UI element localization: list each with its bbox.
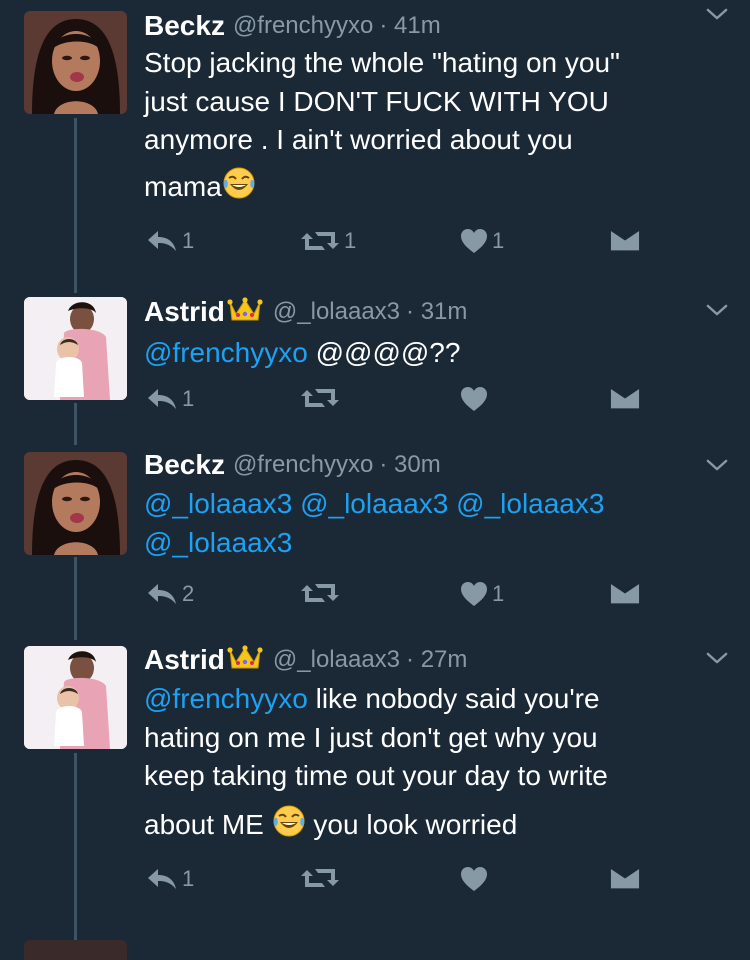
tweet-text-line: keep taking time out your day to write <box>144 760 608 791</box>
retweet-icon <box>300 229 340 253</box>
direct-message-button[interactable] <box>610 386 640 410</box>
like-button[interactable]: 1 <box>460 581 504 607</box>
envelope-icon <box>610 228 640 252</box>
tweet-text-line: mama <box>144 170 222 202</box>
tweet-header: Beckz @frenchyyxo · 41m <box>144 6 441 46</box>
reply-button[interactable]: 1 <box>146 386 194 412</box>
tweet[interactable]: Astrid @_lolaaax3 · 27m @frenchyyxo like… <box>0 640 750 940</box>
tweet-text-line: just cause I DON'T FUCK WITH YOU <box>144 85 609 117</box>
reply-count: 1 <box>182 228 195 253</box>
reply-button[interactable]: 1 <box>146 866 194 892</box>
tweet-text-line: Stop jacking the whole "hating on you" <box>144 47 620 78</box>
display-name[interactable]: Beckz <box>144 10 225 42</box>
display-name[interactable]: Beckz <box>144 449 225 481</box>
reply-count: 1 <box>182 386 195 411</box>
mention-link[interactable]: @frenchyyxo <box>144 337 308 368</box>
tweet-text: @frenchyyxo @@@@?? <box>144 334 724 373</box>
reply-icon <box>146 582 178 606</box>
tweet-text: @_lolaaax3 @_lolaaax3 @_lolaaax3 @_lolaa… <box>144 485 724 562</box>
handle[interactable]: @frenchyyxo <box>233 12 373 40</box>
avatar[interactable] <box>24 11 127 114</box>
timestamp[interactable]: · 41m <box>379 12 440 40</box>
tweet-text-line: hating on me I just don't get why you <box>144 721 598 753</box>
tweet-actions: 1 1 1 <box>144 228 744 264</box>
direct-message-button[interactable] <box>610 228 640 252</box>
like-button[interactable]: 1 <box>460 228 504 254</box>
retweet-icon <box>300 386 340 410</box>
tweet-header: Astrid @_lolaaax3 · 31m <box>144 292 467 332</box>
avatar[interactable] <box>24 297 127 400</box>
timestamp[interactable]: · 30m <box>379 451 440 479</box>
retweet-count: 1 <box>344 228 357 253</box>
display-name[interactable]: Astrid <box>144 296 225 328</box>
tweet-text-line: about ME <box>144 808 272 840</box>
direct-message-button[interactable] <box>610 866 640 890</box>
tweet-actions: 2 1 <box>144 581 744 617</box>
retweet-button[interactable] <box>300 581 340 605</box>
tweet-actions: 1 <box>144 386 744 422</box>
laughing-tears-emoji <box>272 804 306 849</box>
reply-icon <box>146 387 178 411</box>
handle[interactable]: @frenchyyxo <box>233 451 373 479</box>
avatar[interactable] <box>24 940 127 960</box>
like-count: 1 <box>492 228 505 253</box>
heart-icon <box>460 581 488 607</box>
tweet-header: Astrid @_lolaaax3 · 27m <box>144 640 467 680</box>
tweet[interactable]: Beckz @frenchyyxo · 41m Stop jacking the… <box>0 0 750 290</box>
mention-link[interactable]: @_lolaaax3 <box>144 524 724 563</box>
tweet-text: @frenchyyxo like nobody said you're hati… <box>144 680 724 848</box>
laughing-tears-emoji <box>222 166 256 211</box>
display-name[interactable]: Astrid <box>144 644 225 676</box>
retweet-button[interactable] <box>300 386 340 410</box>
tweet-actions: 1 <box>144 866 744 902</box>
retweet-icon <box>300 866 340 890</box>
chevron-down-icon[interactable] <box>706 304 728 322</box>
heart-icon <box>460 228 488 254</box>
reply-count: 1 <box>182 866 195 891</box>
avatar[interactable] <box>24 646 127 749</box>
crown-emoji <box>227 644 263 677</box>
like-button[interactable] <box>460 386 488 412</box>
tweet-text-line: like nobody said you're <box>307 683 600 714</box>
tweet-text-line: @@@@?? <box>307 337 461 368</box>
envelope-icon <box>610 386 640 410</box>
tweet[interactable]: Beckz @frenchyyxo · 30m @_lolaaax3 @_lol… <box>0 445 750 640</box>
retweet-button[interactable] <box>300 866 340 890</box>
like-count: 1 <box>492 581 505 606</box>
retweet-icon <box>300 581 340 605</box>
chevron-down-icon[interactable] <box>706 8 728 26</box>
chevron-down-icon[interactable] <box>706 459 728 477</box>
mention-link[interactable]: @_lolaaax3 @_lolaaax3 @_lolaaax3 <box>144 485 724 524</box>
direct-message-button[interactable] <box>610 581 640 605</box>
reply-icon <box>146 867 178 891</box>
tweet-text-line: you look worried <box>305 808 518 840</box>
chevron-down-icon[interactable] <box>706 652 728 670</box>
heart-icon <box>460 386 488 412</box>
tweet[interactable]: Astrid @_lolaaax3 · 31m @frenchyyxo @@@@… <box>0 290 750 440</box>
tweet-text: Stop jacking the whole "hating on you" j… <box>144 44 724 210</box>
tweet-text-line: anymore . I ain't worried about you <box>144 124 573 155</box>
reply-count: 2 <box>182 581 195 606</box>
handle[interactable]: @_lolaaax3 <box>273 646 400 674</box>
envelope-icon <box>610 866 640 890</box>
tweet-header: Beckz @frenchyyxo · 30m <box>144 445 441 485</box>
reply-button[interactable]: 2 <box>146 581 194 607</box>
heart-icon <box>460 866 488 892</box>
timestamp[interactable]: · 31m <box>406 298 467 326</box>
handle[interactable]: @_lolaaax3 <box>273 298 400 326</box>
retweet-button[interactable]: 1 <box>300 228 356 254</box>
reply-icon <box>146 229 178 253</box>
like-button[interactable] <box>460 866 488 892</box>
avatar[interactable] <box>24 452 127 555</box>
envelope-icon <box>610 581 640 605</box>
mention-link[interactable]: @frenchyyxo <box>144 683 308 714</box>
crown-emoji <box>227 296 263 329</box>
reply-button[interactable]: 1 <box>146 228 194 254</box>
timestamp[interactable]: · 27m <box>406 646 467 674</box>
